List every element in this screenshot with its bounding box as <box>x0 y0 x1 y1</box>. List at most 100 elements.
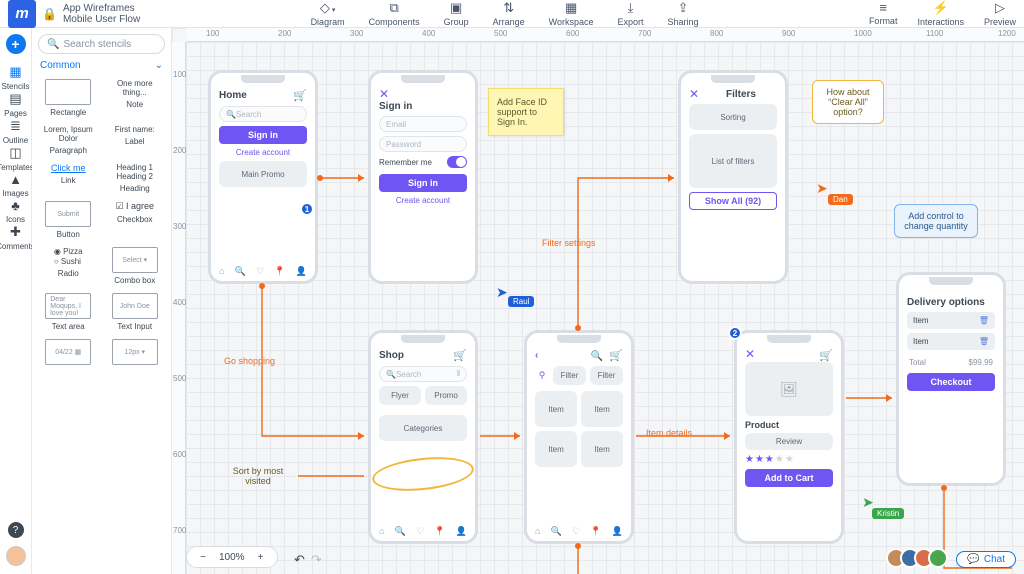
stencil-note[interactable]: One more thing...Note <box>105 77 166 119</box>
stencil-radio[interactable]: ◉ Pizza○ SushiRadio <box>38 245 99 287</box>
rail-icons[interactable]: ♣Icons <box>0 198 35 224</box>
zoom-out-button[interactable]: − <box>195 549 211 565</box>
item-card[interactable]: Item <box>581 431 623 467</box>
app-logo[interactable]: m <box>8 0 36 28</box>
search-icon[interactable]: 🔍 <box>591 351 603 362</box>
item-card[interactable]: Item <box>535 391 577 427</box>
phone-home[interactable]: Home🛒 🔍 Search Sign in Create account Ma… <box>208 70 318 284</box>
trash-icon[interactable]: 🗑 <box>979 337 989 346</box>
sorting-chip[interactable]: Sorting <box>689 104 777 130</box>
filter-icon[interactable]: ⚲ <box>535 366 549 385</box>
user-avatar[interactable] <box>6 546 26 566</box>
callout-clearall[interactable]: How about “Clear All” option? <box>812 80 884 124</box>
phone-tabbar[interactable]: ⌂🔍♡📍👤 <box>219 266 307 277</box>
search-stencils-input[interactable]: 🔍 Search stencils <box>38 34 165 54</box>
rail-pages[interactable]: ▤Pages <box>0 91 35 118</box>
rail-outline[interactable]: ≣Outline <box>0 118 35 145</box>
phone-tabbar[interactable]: ⌂🔍♡📍👤 <box>535 526 623 537</box>
phone-shop[interactable]: Shop🛒 🔍 Search⦀ Flyer Promo Categories ⌂… <box>368 330 478 544</box>
stencil-label[interactable]: First name:Label <box>105 123 166 157</box>
toolbar-arrange[interactable]: ⇅Arrange <box>493 0 525 27</box>
cart-icon[interactable]: 🛒 <box>609 350 623 362</box>
stencil-text-area[interactable]: Dear Moqups, I love you!Text area <box>38 291 99 333</box>
toolbar-export[interactable]: ⤓Export <box>618 0 644 27</box>
filter-chip[interactable]: Filter <box>553 366 586 385</box>
checkout-button[interactable]: Checkout <box>907 373 995 391</box>
rail-stencils[interactable]: ▦Stencils <box>0 64 35 91</box>
password-field[interactable]: Password <box>379 136 467 152</box>
collaborators[interactable] <box>892 548 948 568</box>
email-field[interactable]: Email <box>379 116 467 132</box>
trash-icon[interactable]: 🗑 <box>979 316 989 325</box>
toolbar-diagram[interactable]: ◇▾Diagram <box>311 0 345 27</box>
stencil-heading[interactable]: Heading 1Heading 2Heading <box>105 161 166 195</box>
categories-chip[interactable]: Categories <box>379 415 467 441</box>
filter-list-chip[interactable]: List of filters <box>689 134 777 188</box>
toolbar-preview[interactable]: ▷Preview <box>984 0 1016 27</box>
stencil-paragraph[interactable]: Lorem, Ipsum DolorParagraph <box>38 123 99 157</box>
canvas[interactable]: 100200300400500600700800900100011001200 … <box>172 28 1024 574</box>
zoom-in-button[interactable]: + <box>253 549 269 565</box>
stencil-button[interactable]: SubmitButton <box>38 199 99 241</box>
phone-filters[interactable]: ✕ Filters Sorting List of filters Show A… <box>678 70 788 284</box>
back-icon[interactable]: ‹ <box>535 350 538 361</box>
phone-delivery[interactable]: Delivery options Item🗑 Item🗑 Total $99.9… <box>896 272 1006 486</box>
flyer-chip[interactable]: Flyer <box>379 386 421 405</box>
phone-items[interactable]: ‹🔍🛒 ⚲ Filter Filter Item Item Item Item … <box>524 330 634 544</box>
item-card[interactable]: Item <box>581 391 623 427</box>
phone-tabbar[interactable]: ⌂🔍♡📍👤 <box>379 526 467 537</box>
sticky-note-faceid[interactable]: Add Face ID support to Sign In. <box>488 88 564 136</box>
toolbar-format[interactable]: ≡Format <box>869 0 898 27</box>
stencil-rectangle[interactable]: Rectangle <box>38 77 99 119</box>
toolbar-interactions[interactable]: ⚡Interactions <box>917 0 964 27</box>
doc-titles[interactable]: App Wireframes Mobile User Flow <box>63 3 140 25</box>
create-account-link[interactable]: Create account <box>219 148 307 157</box>
rail-templates[interactable]: ◫Templates <box>0 145 35 172</box>
cart-icon[interactable]: 🛒 <box>293 89 307 102</box>
add-to-cart-button[interactable]: Add to Cart <box>745 469 833 487</box>
item-card[interactable]: Item <box>535 431 577 467</box>
filter-chip[interactable]: Filter <box>590 366 623 385</box>
cart-icon[interactable]: 🛒 <box>453 349 467 362</box>
rail-images[interactable]: ▲Images <box>0 172 35 198</box>
stencil-combo-box[interactable]: Select ▾Combo box <box>105 245 166 287</box>
rating-stars[interactable]: ★★★★★ <box>745 454 833 465</box>
toolbar-components[interactable]: ⧉Components <box>369 0 420 27</box>
remember-toggle[interactable] <box>447 156 467 168</box>
shop-search-input[interactable]: 🔍 Search⦀ <box>379 366 467 382</box>
add-button[interactable]: + <box>6 34 26 54</box>
close-icon[interactable]: ✕ <box>745 347 755 361</box>
order-item[interactable]: Item🗑 <box>907 312 995 329</box>
order-item[interactable]: Item🗑 <box>907 333 995 350</box>
promo-chip[interactable]: Promo <box>425 386 467 405</box>
stencil-link[interactable]: Click meLink <box>38 161 99 195</box>
stencil-text-input[interactable]: John DoeText Input <box>105 291 166 333</box>
chat-button[interactable]: 💬Chat <box>956 551 1016 568</box>
redo-button[interactable]: ↷ <box>311 552 322 568</box>
zoom-control[interactable]: − 100% + <box>186 546 278 568</box>
signin-button[interactable]: Sign in <box>219 126 307 144</box>
review-chip[interactable]: Review <box>745 433 833 450</box>
create-account-link-2[interactable]: Create account <box>379 196 467 205</box>
callout-quantity[interactable]: Add control to change quantity <box>894 204 978 238</box>
main-promo[interactable]: Main Promo <box>219 161 307 187</box>
rail-comments[interactable]: ✚Comments <box>0 224 35 251</box>
signin-submit-button[interactable]: Sign in <box>379 174 467 192</box>
close-icon[interactable]: ✕ <box>379 87 389 101</box>
stencil-[interactable]: 04/22 ▦ <box>38 337 99 367</box>
phone-signin[interactable]: ✕ Sign in Email Password Remember me Sig… <box>368 70 478 284</box>
undo-button[interactable]: ↶ <box>294 552 305 568</box>
stencil-checkbox[interactable]: I agreeCheckbox <box>105 199 166 241</box>
stencil-category-select[interactable]: Common ⌄ <box>40 60 163 71</box>
search-input[interactable]: 🔍 Search <box>219 106 307 122</box>
stencil-[interactable]: 12px ▾ <box>105 337 166 367</box>
toolbar-group[interactable]: ▣Group <box>444 0 469 27</box>
help-button[interactable]: ? <box>8 522 24 538</box>
show-all-button[interactable]: Show All (92) <box>689 192 777 210</box>
phone-product[interactable]: ✕ 🛒 🖼 Product Review ★★★★★ Add to Cart <box>734 330 844 544</box>
close-icon[interactable]: ✕ <box>689 87 699 101</box>
toolbar-sharing[interactable]: ⇪Sharing <box>668 0 699 27</box>
collaborator-avatar[interactable] <box>928 548 948 568</box>
toolbar-workspace[interactable]: ▦Workspace <box>549 0 594 27</box>
cart-icon[interactable]: 🛒 <box>819 350 833 362</box>
